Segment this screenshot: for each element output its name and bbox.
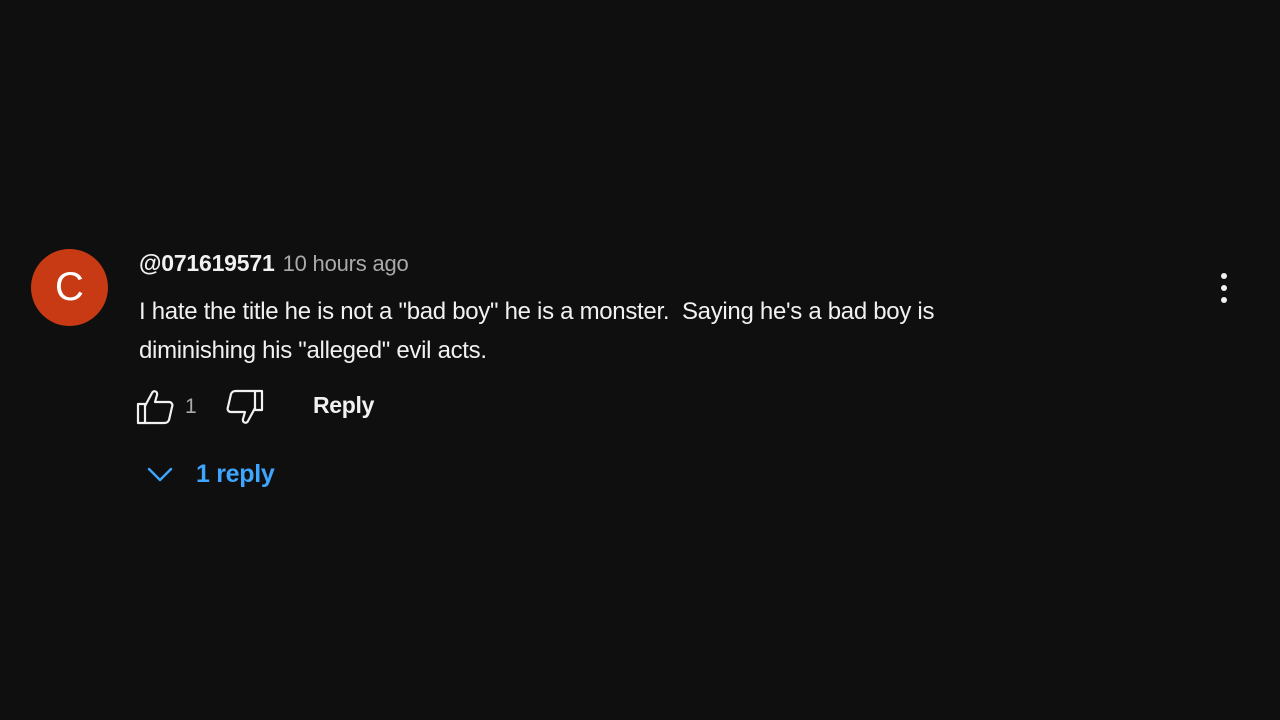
- thumbs-up-icon: [136, 390, 174, 425]
- like-button[interactable]: [136, 387, 176, 427]
- more-vertical-icon: [1221, 273, 1227, 303]
- replies-count-label[interactable]: 1 reply: [196, 460, 275, 489]
- comment-header: @071619571 10 hours ago: [139, 250, 409, 280]
- chevron-down-icon: [147, 467, 173, 482]
- comment-timestamp[interactable]: 10 hours ago: [283, 251, 409, 277]
- avatar[interactable]: C: [31, 249, 108, 326]
- comment-thread: C @071619571 10 hours ago I hate the tit…: [0, 0, 1280, 720]
- thumbs-down-icon: [226, 389, 264, 424]
- dislike-button[interactable]: [224, 387, 264, 427]
- comment-text: I hate the title he is not a "bad boy" h…: [139, 298, 935, 364]
- reply-button[interactable]: Reply: [313, 392, 374, 419]
- view-replies-button[interactable]: 1 reply: [144, 454, 275, 494]
- author-name[interactable]: @071619571: [139, 250, 275, 277]
- like-count: 1: [185, 395, 197, 418]
- more-actions-button[interactable]: [1204, 268, 1244, 308]
